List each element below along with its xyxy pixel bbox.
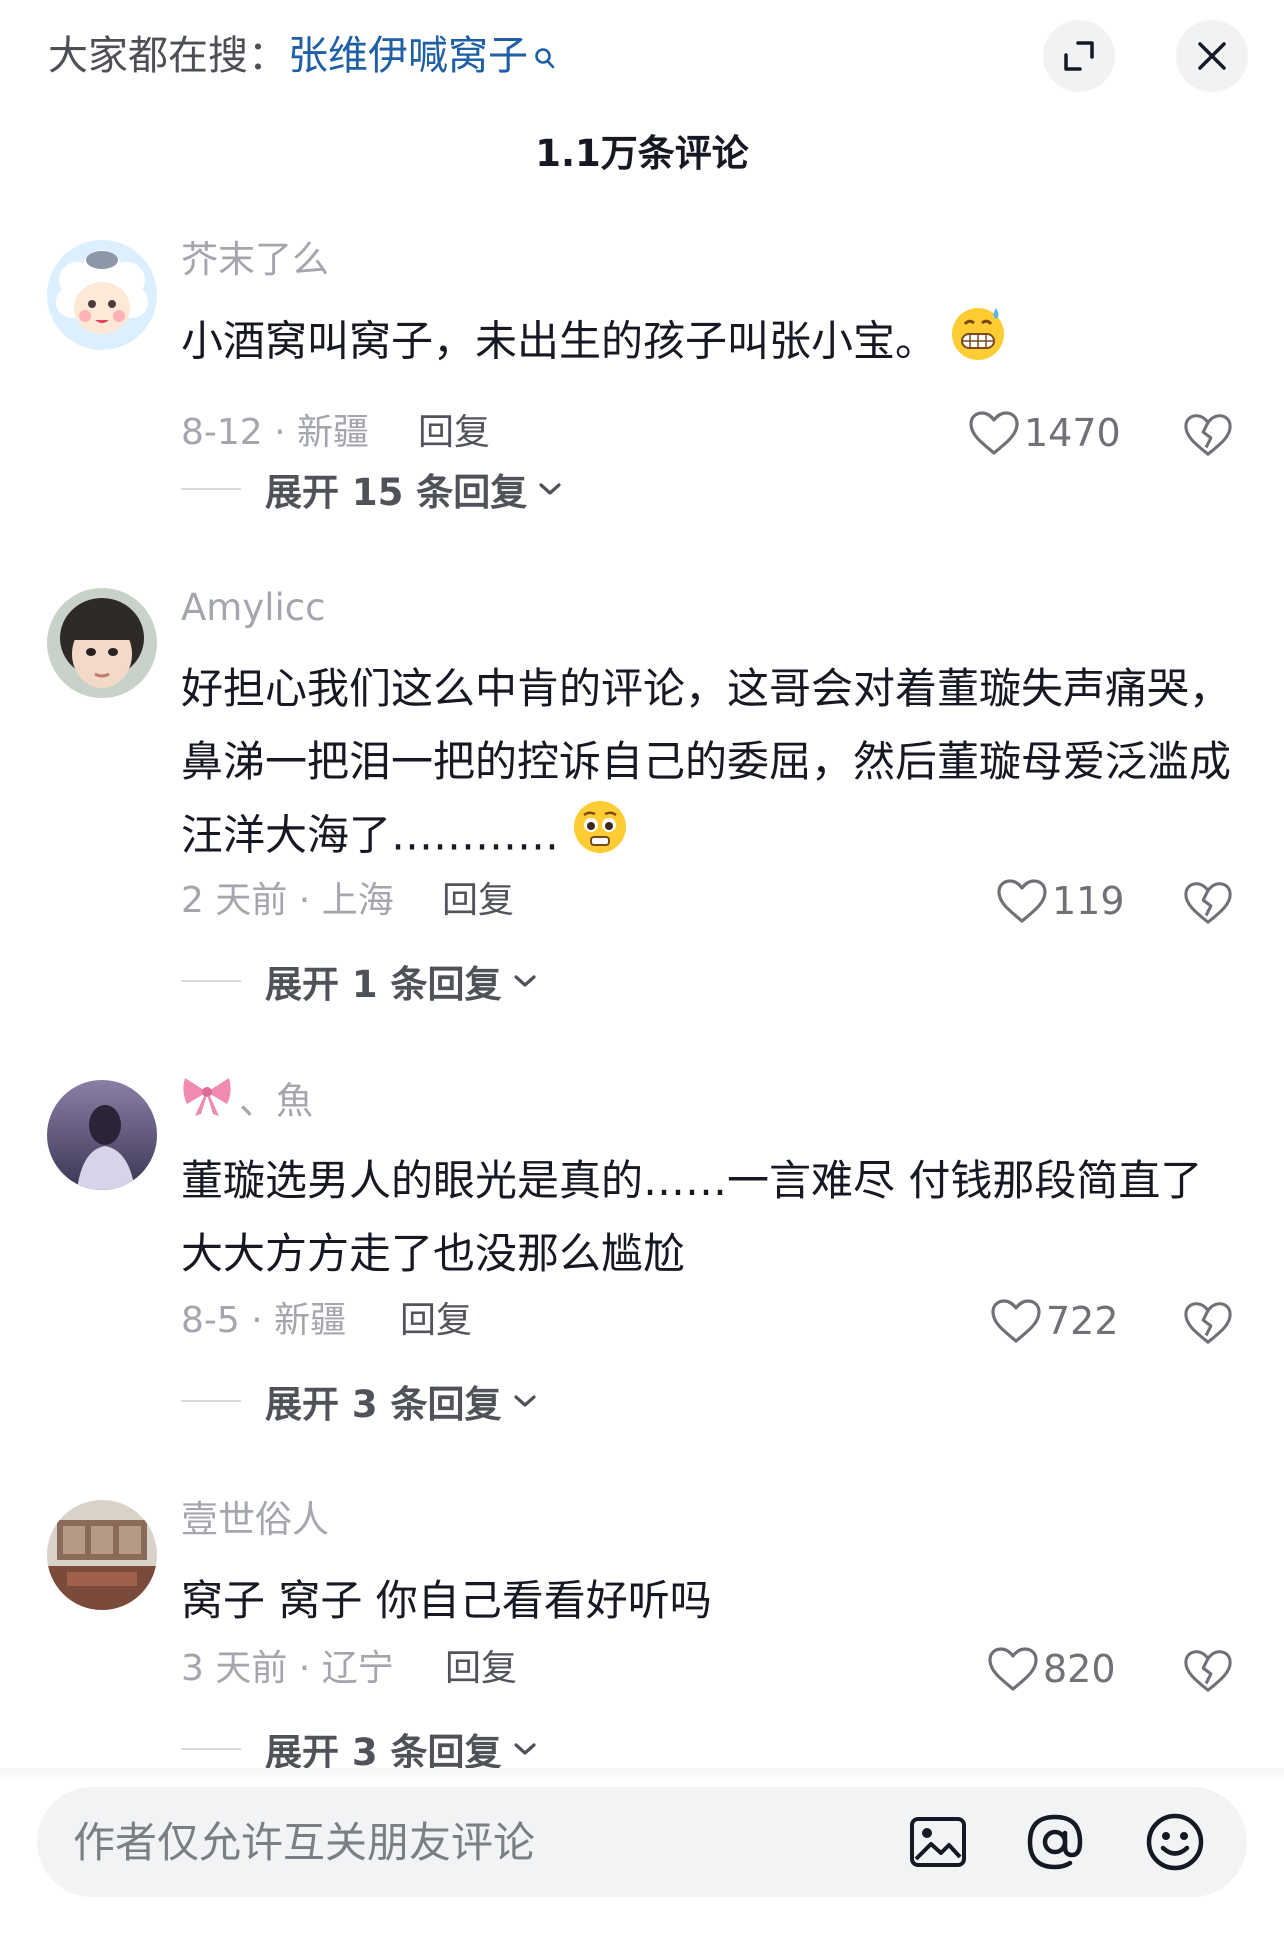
comment-date: 8-12	[181, 412, 263, 453]
username[interactable]: 、魚	[181, 1074, 313, 1132]
expand-replies-label: 展开 1 条回复	[265, 963, 502, 1006]
like-button[interactable]: 820	[987, 1641, 1116, 1697]
comment-meta: 8-5 · 新疆	[181, 1296, 346, 1346]
comment-date: 3 天前	[181, 1648, 288, 1689]
like-button[interactable]: 722	[990, 1293, 1119, 1349]
search-term-link[interactable]: 张维伊喊窝子	[288, 33, 528, 79]
meta-separator: ·	[239, 1300, 275, 1341]
comment-location: 上海	[321, 880, 394, 921]
expand-replies[interactable]: 展开 1 条回复	[181, 955, 540, 1007]
comment-count-title: 1.1万条评论	[535, 132, 749, 175]
avatar[interactable]	[47, 240, 157, 350]
comment-location: 辽宁	[321, 1648, 394, 1689]
like-count: 722	[1046, 1299, 1119, 1343]
heart-outline-icon	[988, 1647, 1038, 1691]
comment-date: 8-5	[181, 1300, 240, 1341]
expand-replies-label: 展开 3 条回复	[265, 1383, 502, 1426]
expand-replies[interactable]: 展开 3 条回复	[181, 1375, 540, 1427]
comment-location: 新疆	[297, 412, 370, 453]
username-text: 、魚	[239, 1079, 313, 1123]
like-button[interactable]: 119	[996, 873, 1125, 929]
avatar[interactable]	[47, 588, 157, 698]
chevron-down-icon	[513, 975, 536, 987]
chevron-down-icon	[539, 483, 561, 495]
chevron-down-icon	[513, 1743, 536, 1755]
expand-replies[interactable]: 展开 15 条回复	[181, 463, 565, 515]
comment-text: 好担心我们这么中肯的评论，这哥会对着董璇失声痛哭，鼻涕一把泪一把的控诉自己的委屈…	[181, 652, 1241, 878]
pleading-emoji-icon	[571, 798, 629, 878]
comment-text: 董璇选男人的眼光是真的……一言难尽 付钱那段简直了 大大方方走了也没那么尴尬	[181, 1156, 1203, 1278]
broken-heart-icon[interactable]	[1183, 1646, 1233, 1696]
comment-text: 窝子 窝子 你自己看看好听吗	[181, 1576, 712, 1625]
divider	[181, 1748, 241, 1750]
like-button[interactable]: 1470	[968, 405, 1121, 461]
comment-meta: 8-12 · 新疆	[181, 408, 369, 458]
top-bar: 大家都在搜：张维伊喊窝子	[0, 0, 1284, 120]
image-icon[interactable]	[907, 1811, 969, 1873]
chevron-down-icon	[513, 1395, 536, 1407]
at-icon[interactable]	[1024, 1811, 1086, 1873]
grimacing-sweat-emoji-icon	[949, 304, 1007, 384]
comment-date: 2 天前	[181, 880, 288, 921]
comment-meta: 2 天前 · 上海	[181, 876, 394, 926]
comment-text: 小酒窝叫窝子，未出生的孩子叫张小宝。	[181, 304, 1241, 384]
meta-separator: ·	[287, 880, 322, 921]
smile-icon[interactable]	[1144, 1811, 1206, 1873]
comment-location: 新疆	[274, 1300, 347, 1341]
broken-heart-icon[interactable]	[1183, 878, 1233, 928]
reply-button[interactable]: 回复	[445, 1644, 517, 1694]
meta-separator: ·	[287, 1648, 322, 1689]
meta-separator: ·	[262, 412, 298, 453]
like-count: 1470	[1024, 411, 1121, 455]
comment-text-body: 好担心我们这么中肯的评论，这哥会对着董璇失声痛哭，鼻涕一把泪一把的控诉自己的委屈…	[181, 664, 1232, 860]
like-count: 820	[1043, 1647, 1116, 1691]
divider	[181, 488, 241, 490]
bottom-bar-shadow	[0, 1768, 1284, 1780]
comment-text-body: 小酒窝叫窝子，未出生的孩子叫张小宝。	[181, 316, 938, 366]
avatar[interactable]	[47, 1080, 157, 1190]
comment-meta: 3 天前 · 辽宁	[181, 1644, 394, 1694]
close-button[interactable]	[1176, 20, 1248, 92]
reply-button[interactable]: 回复	[442, 876, 514, 926]
heart-outline-icon	[969, 411, 1019, 455]
divider	[181, 980, 241, 982]
heart-outline-icon	[991, 1299, 1041, 1343]
divider	[181, 1400, 241, 1402]
close-icon	[1198, 42, 1226, 70]
ribbon-bow-icon	[181, 1074, 233, 1132]
reply-button[interactable]: 回复	[418, 408, 490, 458]
comment-input-bar[interactable]	[37, 1787, 1247, 1897]
search-suggestion[interactable]: 大家都在搜：张维伊喊窝子	[48, 28, 556, 88]
broken-heart-icon[interactable]	[1183, 410, 1233, 460]
avatar[interactable]	[47, 1500, 157, 1610]
expand-icon	[1064, 41, 1094, 71]
heart-outline-icon	[997, 879, 1047, 923]
broken-heart-icon[interactable]	[1183, 1298, 1233, 1348]
expand-button[interactable]	[1043, 20, 1115, 92]
expand-replies-label: 展开 15 条回复	[265, 471, 528, 514]
like-count: 119	[1052, 879, 1125, 923]
username[interactable]: 壹世俗人	[181, 1494, 329, 1546]
search-icon	[534, 32, 556, 88]
comment-input[interactable]	[73, 1809, 873, 1875]
reply-button[interactable]: 回复	[400, 1296, 472, 1346]
username[interactable]: Amylicc	[181, 582, 326, 634]
search-prefix: 大家都在搜：	[48, 33, 288, 79]
username[interactable]: 芥末了么	[181, 234, 329, 286]
